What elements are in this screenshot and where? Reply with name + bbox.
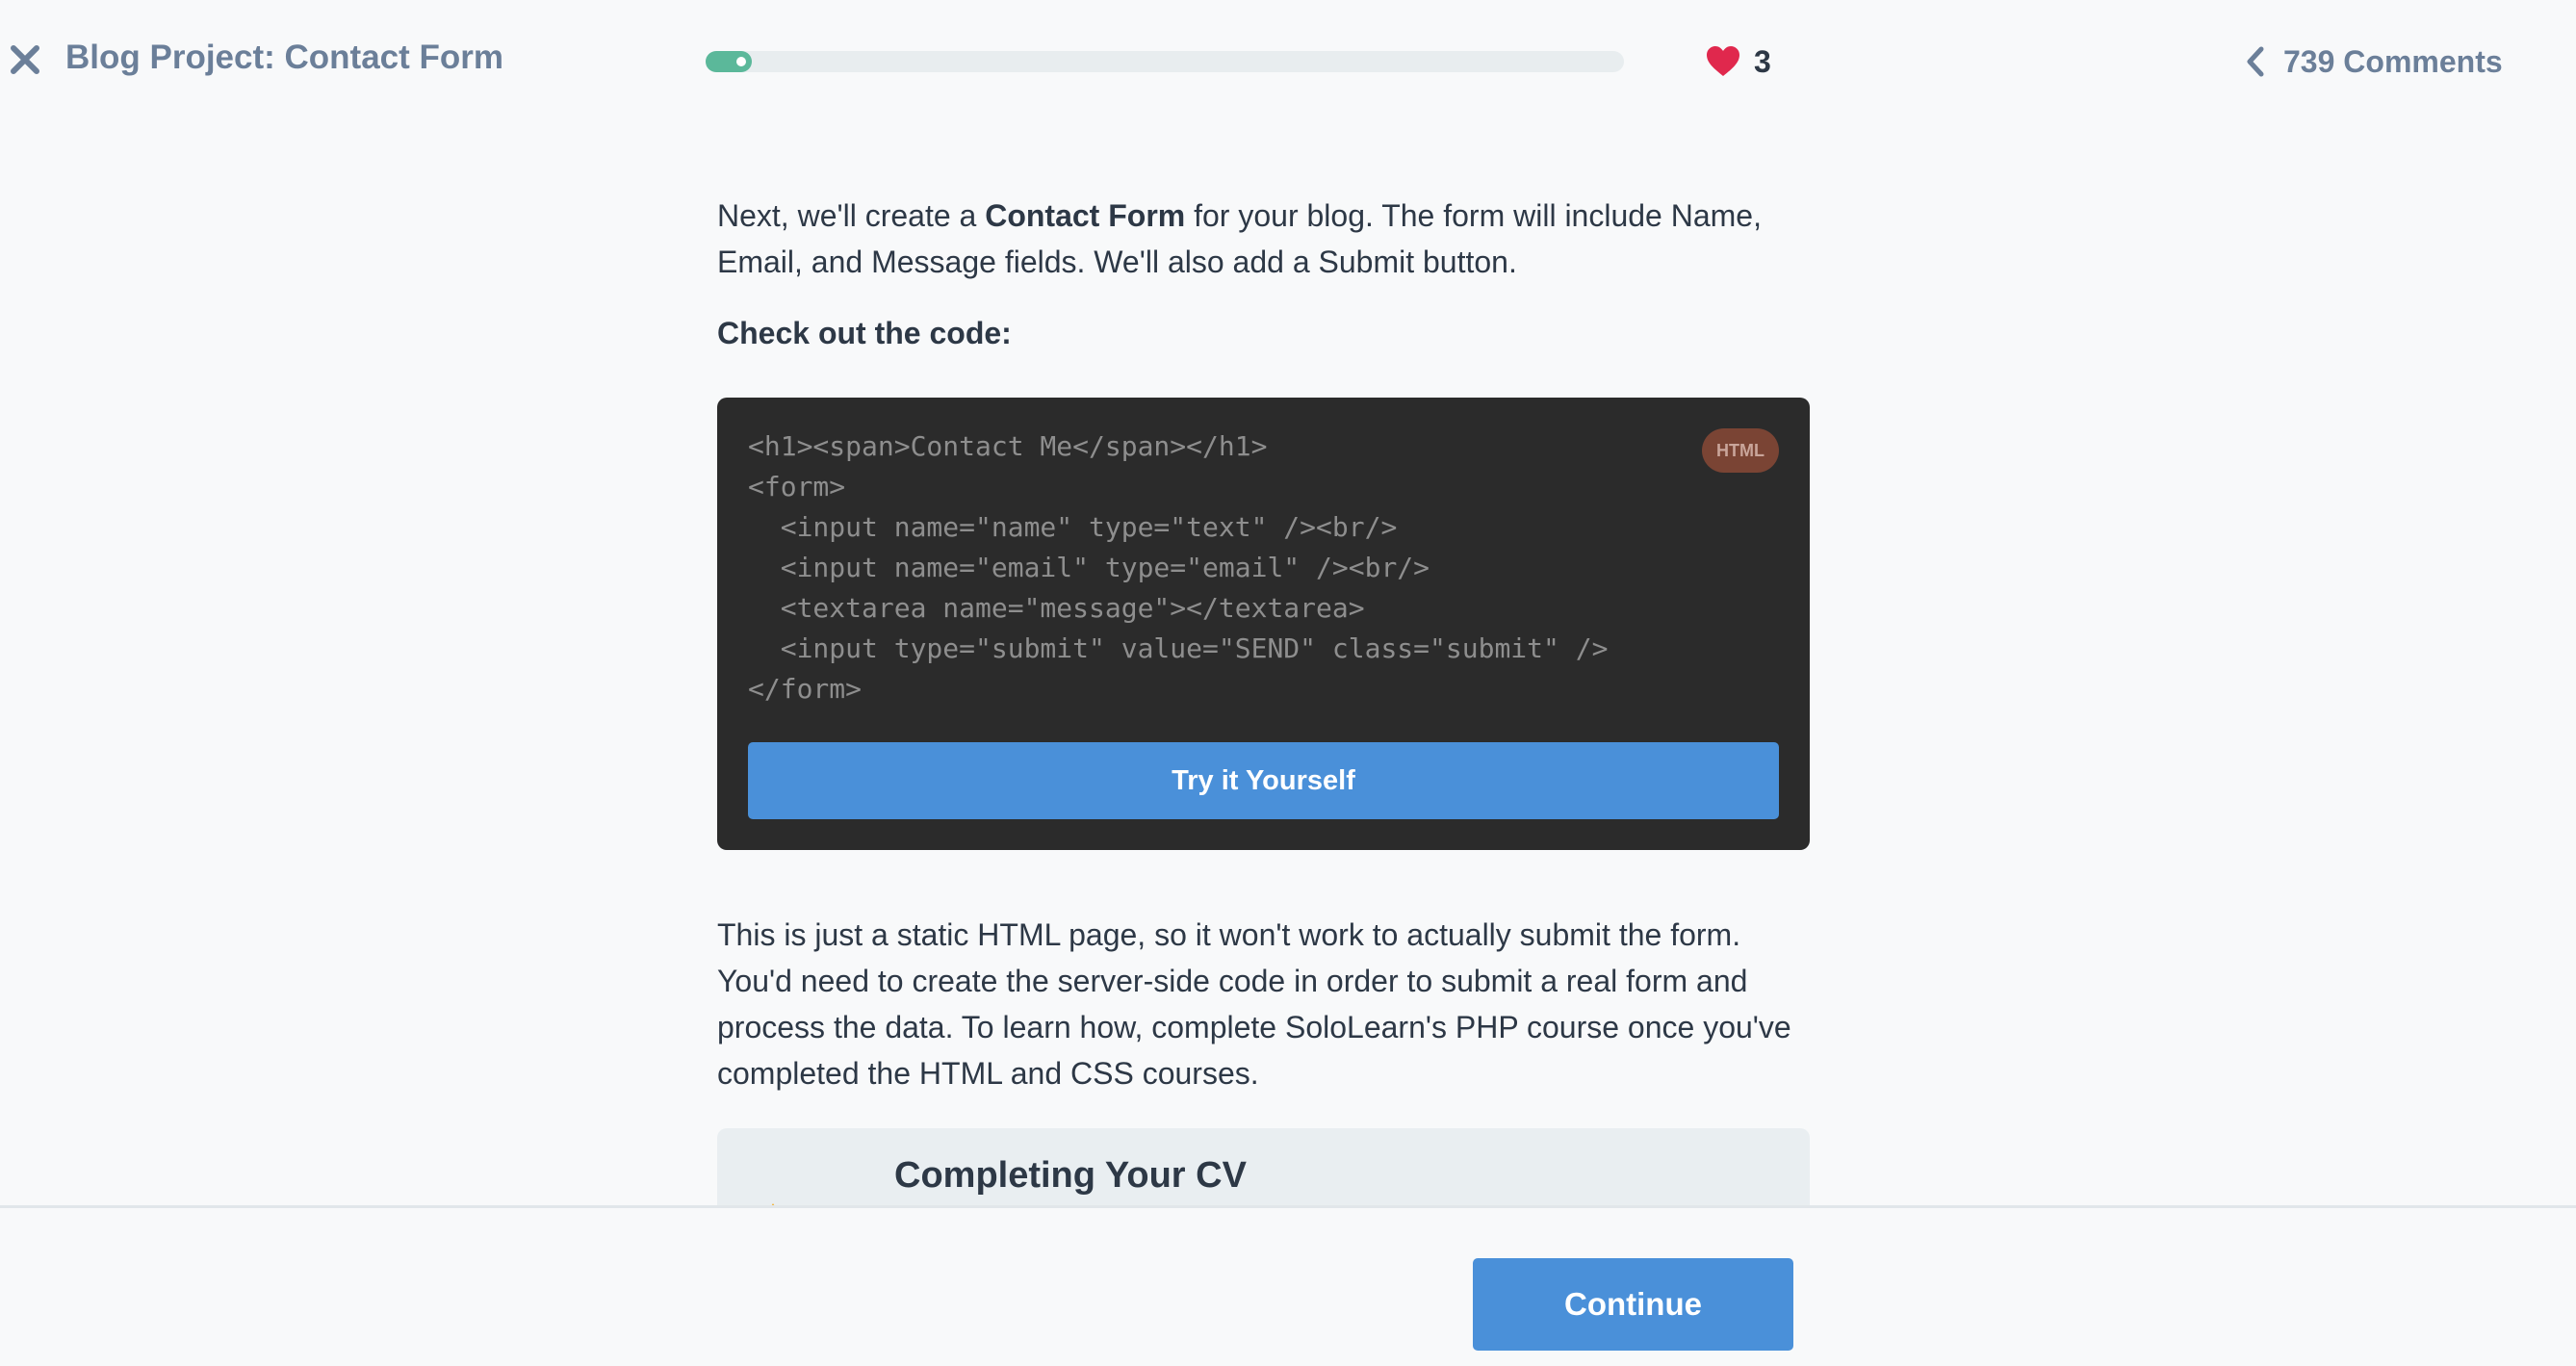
intro-highlight: Contact Form	[985, 198, 1186, 233]
code-subheading: Check out the code:	[717, 316, 1012, 350]
likes-count: 3	[1754, 43, 1771, 79]
top-bar: Blog Project: Contact Form 3 739 Comment…	[0, 0, 2576, 125]
close-button[interactable]	[8, 42, 42, 77]
like-button[interactable]: 3	[1706, 42, 1771, 81]
code-block[interactable]: <h1><span>Contact Me</span></h1> <form> …	[748, 426, 1608, 709]
intro-text-before: Next, we'll create a	[717, 198, 986, 233]
next-lesson-title: Completing Your CV	[894, 1155, 1247, 1196]
comments-button[interactable]: 739 Comments	[2245, 42, 2503, 81]
progress-fill	[706, 51, 752, 72]
lesson-title: Blog Project: Contact Form	[65, 39, 504, 76]
footer-bar: Continue	[0, 1205, 2576, 1366]
try-it-yourself-button[interactable]: Try it Yourself	[748, 742, 1779, 819]
lesson-intro: Next, we'll create a Contact Form for yo…	[717, 193, 1810, 285]
progress-bar	[706, 51, 1624, 72]
continue-button[interactable]: Continue	[1473, 1258, 1793, 1351]
code-card: <h1><span>Contact Me</span></h1> <form> …	[717, 398, 1810, 850]
chevron-left-icon	[2247, 46, 2264, 77]
comments-label: 739 Comments	[2283, 43, 2503, 79]
lesson-content: Next, we'll create a Contact Form for yo…	[717, 193, 1810, 351]
heart-icon	[1707, 46, 1739, 76]
close-icon	[11, 45, 39, 74]
language-badge: HTML	[1702, 428, 1779, 473]
lesson-note: This is just a static HTML page, so it w…	[717, 917, 1791, 1091]
progress-knob	[736, 57, 746, 66]
